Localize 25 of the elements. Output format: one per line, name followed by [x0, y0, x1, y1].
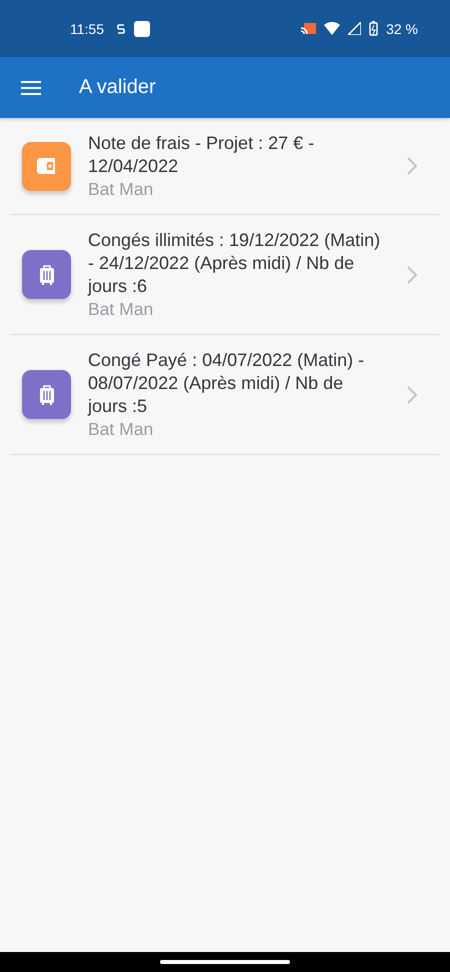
request-title: Congé Payé : 04/07/2022 (Matin) - 08/07/2022 (Après midi) / Nb de jours :5 [88, 349, 366, 418]
menu-icon[interactable] [21, 80, 41, 94]
sync-icon [116, 22, 126, 36]
wifi-icon [324, 22, 340, 35]
suitcase-icon [40, 264, 54, 284]
chevron-right-icon [407, 266, 417, 284]
chevron-right-icon [407, 386, 417, 404]
request-author: Bat Man [88, 418, 154, 440]
request-item[interactable]: Note de frais - Projet : 27 € - 12/04/2022 Bat Man [11, 118, 439, 215]
battery-level: 32 % [386, 20, 418, 36]
request-item[interactable]: Congés illimités : 19/12/2022 (Matin) - 24/12/2022 (Après midi) / Nb de jours :6 Bat Man [11, 215, 439, 335]
app-bar-title: A valider [79, 76, 156, 99]
signal-icon [348, 22, 362, 35]
request-title: Congés illimités : 19/12/2022 (Matin) - 24/12/2022 (Après midi) / Nb de jours :6 [88, 229, 382, 298]
status-time: 11:55 [70, 20, 104, 36]
request-author: Bat Man [88, 298, 154, 320]
suitcase-icon [40, 384, 54, 404]
request-author: Bat Man [88, 178, 154, 200]
battery-icon [369, 21, 378, 36]
request-item[interactable]: Congé Payé : 04/07/2022 (Matin) - 08/07/2022 (Après midi) / Nb de jours :5 Bat Man [11, 335, 439, 455]
cast-icon [301, 22, 316, 34]
square-icon [134, 20, 150, 36]
chevron-right-icon [407, 157, 417, 175]
wallet-icon [36, 158, 56, 174]
request-title: Note de frais - Projet : 27 € - 12/04/2022 [88, 132, 316, 178]
